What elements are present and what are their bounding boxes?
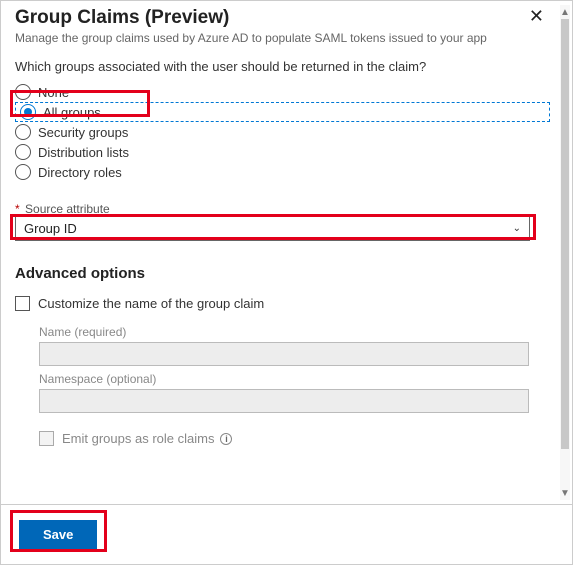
radio-label: Distribution lists [38,145,129,160]
checkbox-icon [39,431,54,446]
checkbox-label: Customize the name of the group claim [38,296,264,311]
source-attribute-label: * Source attribute [15,202,550,216]
name-label: Name (required) [39,325,550,339]
scroll-content: Group Claims (Preview) ✕ Manage the grou… [1,1,560,504]
panel-subtitle: Manage the group claims used by Azure AD… [15,31,550,45]
group-claims-panel: Group Claims (Preview) ✕ Manage the grou… [0,0,573,565]
namespace-field [39,389,529,413]
radio-distribution-lists[interactable]: Distribution lists [15,142,550,162]
radio-icon [15,124,31,140]
source-attribute-select[interactable]: Group ID ⌄ [15,216,530,241]
radio-icon [15,84,31,100]
radio-none[interactable]: None [15,82,550,102]
info-icon[interactable]: i [220,433,232,445]
radio-icon [15,144,31,160]
radio-label: Directory roles [38,165,122,180]
checkbox-icon [15,296,30,311]
vertical-scrollbar[interactable]: ▲ ▼ [560,5,570,500]
radio-label: All groups [43,105,101,120]
name-field [39,342,529,366]
select-value: Group ID [24,221,77,236]
scroll-up-icon[interactable]: ▲ [560,5,570,19]
radio-security-groups[interactable]: Security groups [15,122,550,142]
scrollbar-thumb[interactable] [561,19,569,449]
save-button[interactable]: Save [19,520,97,549]
groups-question: Which groups associated with the user sh… [15,59,550,74]
radio-all-groups[interactable]: All groups [15,102,550,122]
required-star-icon: * [15,202,20,216]
advanced-sub-block: Name (required) Namespace (optional) Emi… [15,325,550,446]
panel-footer: Save [1,504,572,564]
scrollbar-track[interactable] [560,19,570,486]
checkbox-label: Emit groups as role claims [62,431,214,446]
chevron-down-icon: ⌄ [513,223,521,234]
customize-claim-name-checkbox[interactable]: Customize the name of the group claim [15,296,550,311]
groups-radio-group: None All groups Security groups Distribu… [15,82,550,182]
scroll-down-icon[interactable]: ▼ [560,486,570,500]
radio-label: Security groups [38,125,128,140]
namespace-label: Namespace (optional) [39,372,550,386]
radio-icon [20,104,36,120]
emit-role-claims-checkbox: Emit groups as role claims i [39,431,550,446]
close-icon[interactable]: ✕ [523,7,550,25]
radio-directory-roles[interactable]: Directory roles [15,162,550,182]
radio-icon [15,164,31,180]
advanced-options-heading: Advanced options [15,265,550,282]
panel-title: Group Claims (Preview) [15,7,523,29]
radio-label: None [38,85,69,100]
